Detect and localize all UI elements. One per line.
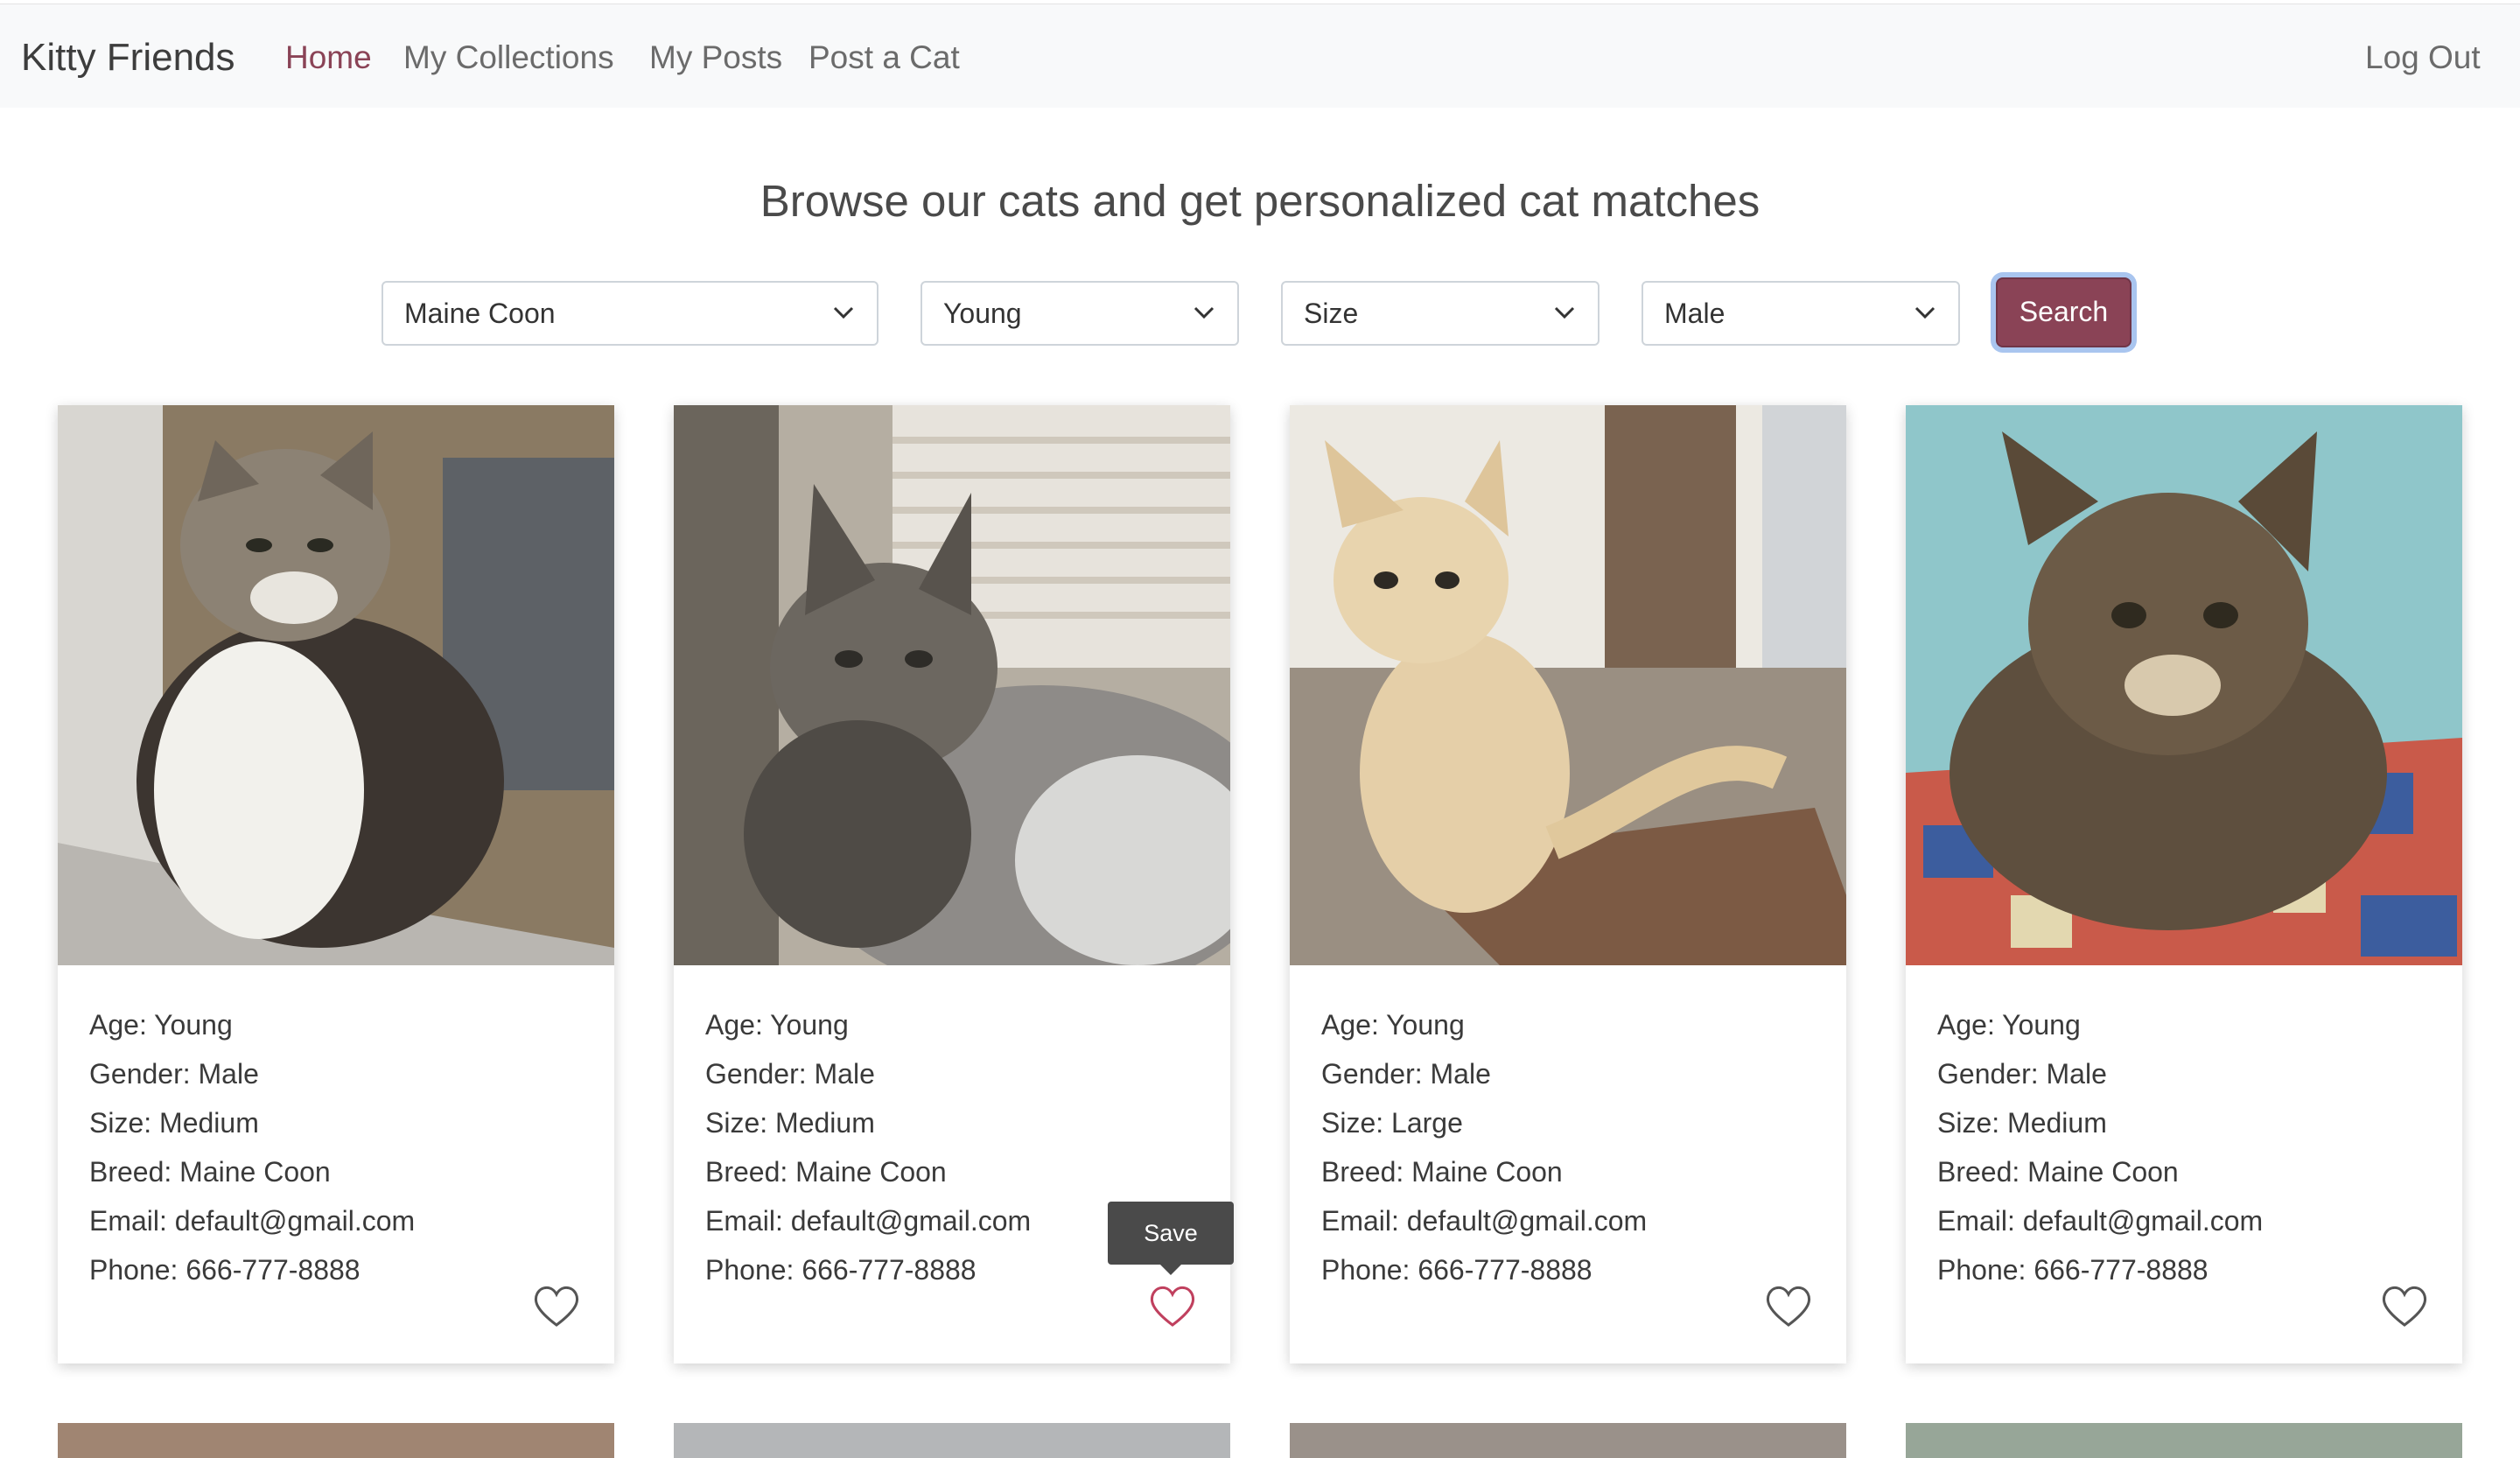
cat-size: Size: Medium bbox=[1937, 1107, 2107, 1139]
cat-card-partial[interactable] bbox=[58, 1423, 614, 1458]
cat-info: Age: Young Gender: Male Size: Medium Bre… bbox=[89, 1000, 415, 1294]
gender-select[interactable]: Male bbox=[1642, 281, 1960, 346]
cat-size: Size: Large bbox=[1321, 1107, 1463, 1139]
cat-gender: Gender: Male bbox=[705, 1058, 875, 1090]
cat-card-partial[interactable] bbox=[674, 1423, 1230, 1458]
cat-info: Age: Young Gender: Male Size: Medium Bre… bbox=[705, 1000, 1031, 1294]
chevron-down-icon bbox=[1914, 306, 1936, 319]
brand-logo[interactable]: Kitty Friends bbox=[21, 36, 235, 80]
age-select-value: Young bbox=[943, 298, 1022, 329]
gender-select-value: Male bbox=[1664, 298, 1726, 329]
save-tooltip: Save bbox=[1108, 1202, 1234, 1265]
cat-age: Age: Young bbox=[1937, 1009, 2081, 1041]
heart-icon[interactable] bbox=[2380, 1285, 2429, 1328]
cat-breed: Breed: Maine Coon bbox=[1321, 1156, 1563, 1188]
cat-size: Size: Medium bbox=[89, 1107, 259, 1139]
cat-phone: Phone: 666-777-8888 bbox=[1937, 1254, 2208, 1286]
heart-icon[interactable] bbox=[1148, 1285, 1197, 1328]
cat-email: Email: default@gmail.com bbox=[1321, 1205, 1648, 1237]
cat-card: Age: Young Gender: Male Size: Medium Bre… bbox=[58, 405, 614, 1363]
heart-icon[interactable] bbox=[1764, 1285, 1813, 1328]
cat-photo[interactable] bbox=[1906, 405, 2462, 965]
save-tooltip-arrow bbox=[1160, 1265, 1181, 1275]
heart-icon[interactable] bbox=[532, 1285, 581, 1328]
nav-my-collections[interactable]: My Collections bbox=[403, 39, 614, 76]
breed-select[interactable]: Maine Coon bbox=[382, 281, 878, 346]
cat-email: Email: default@gmail.com bbox=[1937, 1205, 2264, 1237]
breed-select-value: Maine Coon bbox=[404, 298, 556, 329]
cat-breed: Breed: Maine Coon bbox=[1937, 1156, 2179, 1188]
nav-home[interactable]: Home bbox=[285, 39, 372, 76]
nav-post-a-cat[interactable]: Post a Cat bbox=[808, 39, 960, 76]
nav-log-out[interactable]: Log Out bbox=[2365, 39, 2481, 76]
cat-email: Email: default@gmail.com bbox=[89, 1205, 416, 1237]
size-select-value: Size bbox=[1304, 298, 1359, 329]
cat-email: Email: default@gmail.com bbox=[705, 1205, 1032, 1237]
cat-photo[interactable] bbox=[1290, 405, 1846, 965]
cat-gender: Gender: Male bbox=[1321, 1058, 1491, 1090]
cat-gender: Gender: Male bbox=[1937, 1058, 2107, 1090]
cat-card: Age: Young Gender: Male Size: Large Bree… bbox=[1290, 405, 1846, 1363]
cat-age: Age: Young bbox=[89, 1009, 233, 1041]
search-button[interactable]: Search bbox=[1996, 277, 2132, 347]
cat-size: Size: Medium bbox=[705, 1107, 875, 1139]
cat-breed: Breed: Maine Coon bbox=[705, 1156, 947, 1188]
cat-card-partial[interactable] bbox=[1906, 1423, 2462, 1458]
cat-card-partial[interactable] bbox=[1290, 1423, 1846, 1458]
cat-age: Age: Young bbox=[1321, 1009, 1465, 1041]
navbar: Kitty Friends Home My Collections My Pos… bbox=[0, 4, 2520, 108]
size-select[interactable]: Size bbox=[1281, 281, 1600, 346]
cat-gender: Gender: Male bbox=[89, 1058, 259, 1090]
cat-phone: Phone: 666-777-8888 bbox=[1321, 1254, 1592, 1286]
cat-info: Age: Young Gender: Male Size: Large Bree… bbox=[1321, 1000, 1647, 1294]
chevron-down-icon bbox=[833, 306, 854, 319]
chevron-down-icon bbox=[1554, 306, 1575, 319]
nav-my-posts[interactable]: My Posts bbox=[649, 39, 782, 76]
cat-photo[interactable] bbox=[58, 405, 614, 965]
cat-breed: Breed: Maine Coon bbox=[89, 1156, 331, 1188]
page-title: Browse our cats and get personalized cat… bbox=[760, 176, 1760, 226]
cat-photo[interactable] bbox=[674, 405, 1230, 965]
cat-card: Age: Young Gender: Male Size: Medium Bre… bbox=[1906, 405, 2462, 1363]
age-select[interactable]: Young bbox=[920, 281, 1239, 346]
cat-phone: Phone: 666-777-8888 bbox=[89, 1254, 360, 1286]
cat-age: Age: Young bbox=[705, 1009, 849, 1041]
cat-info: Age: Young Gender: Male Size: Medium Bre… bbox=[1937, 1000, 2263, 1294]
chevron-down-icon bbox=[1194, 306, 1214, 319]
cat-phone: Phone: 666-777-8888 bbox=[705, 1254, 976, 1286]
